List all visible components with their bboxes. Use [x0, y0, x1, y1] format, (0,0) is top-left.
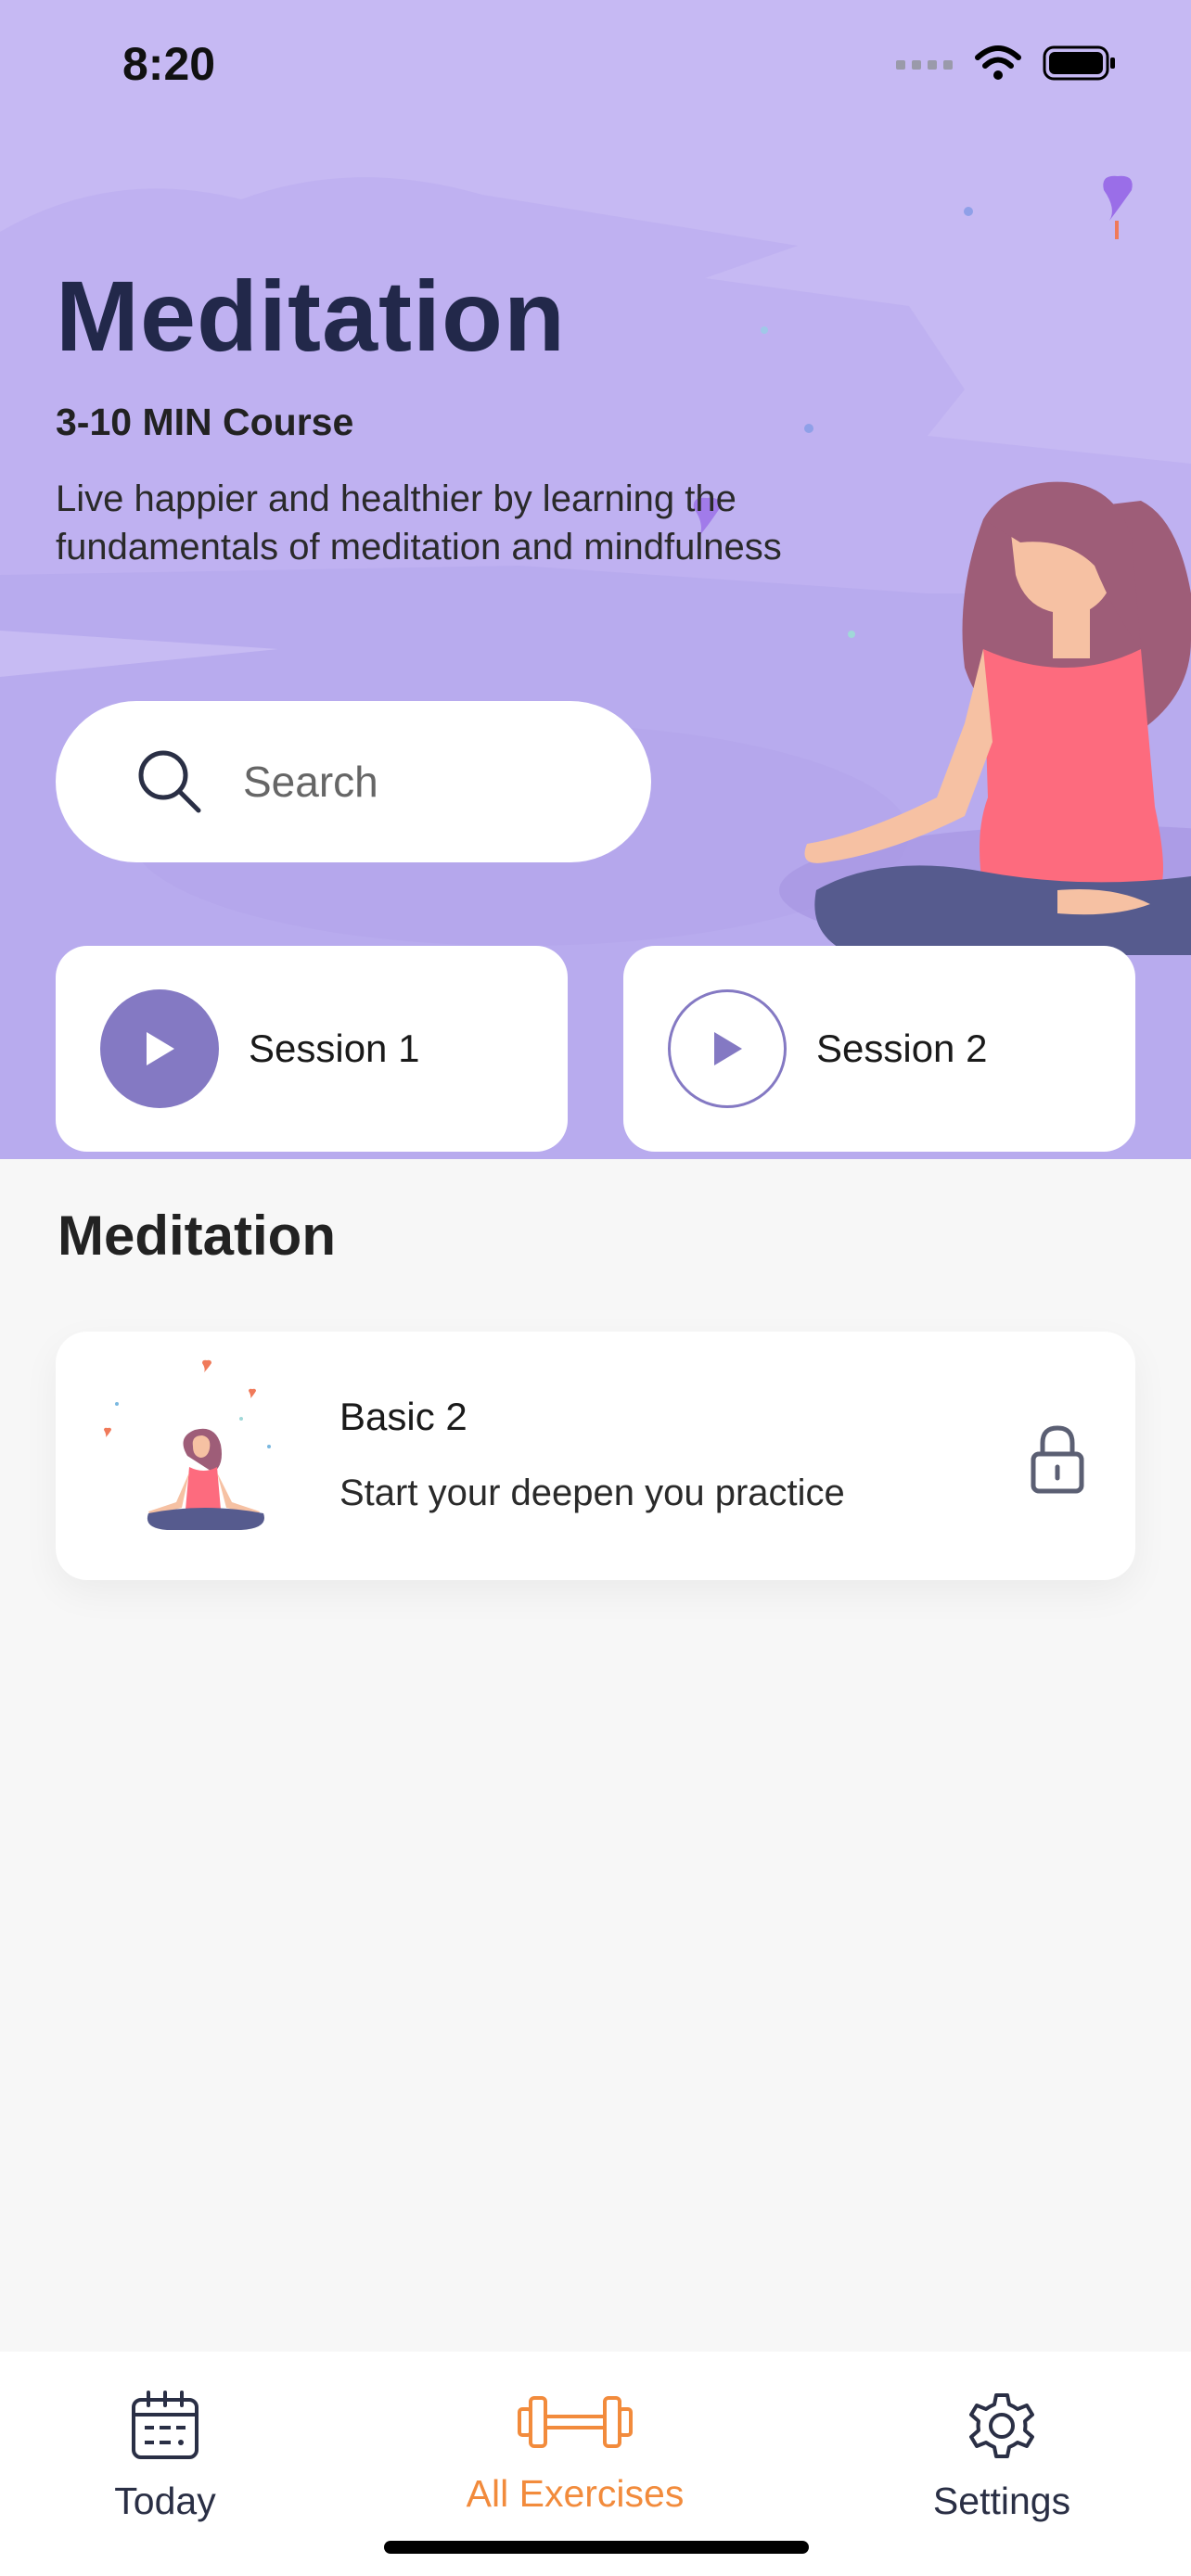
wifi-icon — [975, 45, 1021, 80]
signal-icon — [896, 60, 953, 70]
tab-label: Settings — [932, 2480, 1071, 2522]
session-2-button[interactable]: Session 2 — [623, 946, 1135, 1152]
battery-icon — [1043, 45, 1115, 81]
course-card[interactable]: Basic 2 Start your deepen you practice — [56, 1332, 1135, 1580]
status-time: 8:20 — [122, 38, 216, 90]
play-button[interactable] — [668, 989, 787, 1108]
lock-icon — [1031, 1425, 1084, 1494]
dumbbell-icon — [518, 2396, 633, 2448]
tab-label: All Exercises — [466, 2472, 685, 2515]
tab-today[interactable]: Today — [26, 2389, 304, 2523]
session-label: Session 2 — [816, 1027, 988, 1070]
home-indicator[interactable] — [384, 2541, 809, 2554]
play-button[interactable] — [100, 989, 219, 1108]
course-subtitle: Start your deepen you practice — [339, 1473, 845, 1513]
meditation-thumbnail — [104, 1359, 271, 1530]
tab-label: Today — [114, 2480, 216, 2522]
course-duration: 3-10 MIN Course — [56, 401, 354, 443]
calendar-icon — [132, 2391, 198, 2459]
section-title: Meditation — [58, 1205, 336, 1267]
search-icon — [138, 750, 201, 813]
course-title: Basic 2 — [339, 1395, 467, 1438]
status-bar: 8:20 — [0, 0, 1191, 139]
play-icon — [147, 1032, 174, 1065]
status-icons — [896, 45, 1117, 82]
play-icon — [714, 1032, 742, 1065]
course-description: Live happier and healthier by learning t… — [56, 478, 782, 567]
session-label: Session 1 — [249, 1027, 420, 1070]
tab-all-exercises[interactable]: All Exercises — [436, 2389, 714, 2516]
tab-settings[interactable]: Settings — [863, 2389, 1141, 2523]
search-input[interactable] — [243, 757, 577, 807]
gear-icon — [969, 2393, 1034, 2458]
session-1-button[interactable]: Session 1 — [56, 946, 568, 1152]
search-bar[interactable] — [56, 701, 651, 862]
page-title: Meditation — [56, 260, 566, 372]
